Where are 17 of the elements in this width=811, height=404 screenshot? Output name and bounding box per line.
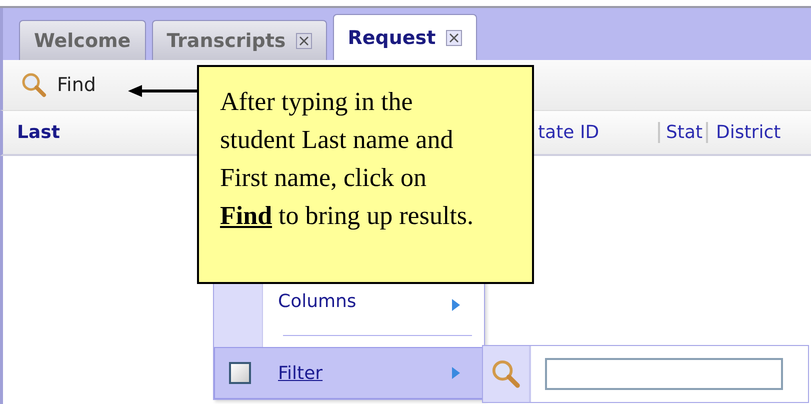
find-button[interactable]: Find bbox=[17, 70, 100, 100]
checkbox[interactable] bbox=[228, 362, 250, 384]
column-header[interactable]: Stat bbox=[658, 122, 706, 143]
submenu-arrow-icon bbox=[451, 366, 461, 380]
column-header[interactable]: District bbox=[706, 122, 811, 143]
filter-field[interactable] bbox=[545, 358, 783, 390]
tab[interactable]: Request bbox=[332, 14, 477, 60]
close-icon[interactable] bbox=[446, 30, 462, 46]
menu-item[interactable]: Columns bbox=[214, 263, 484, 325]
callout-text: After typing in the student Last name and First name, click on Find to bring up results. bbox=[220, 86, 475, 232]
menu-item[interactable]: Filter bbox=[214, 347, 484, 399]
tab[interactable]: Transcripts bbox=[152, 20, 327, 60]
submenu-arrow-icon bbox=[451, 298, 461, 312]
close-icon[interactable] bbox=[296, 32, 312, 48]
tab[interactable]: Welcome bbox=[19, 20, 146, 60]
search-icon bbox=[21, 72, 47, 98]
search-icon bbox=[491, 359, 521, 389]
